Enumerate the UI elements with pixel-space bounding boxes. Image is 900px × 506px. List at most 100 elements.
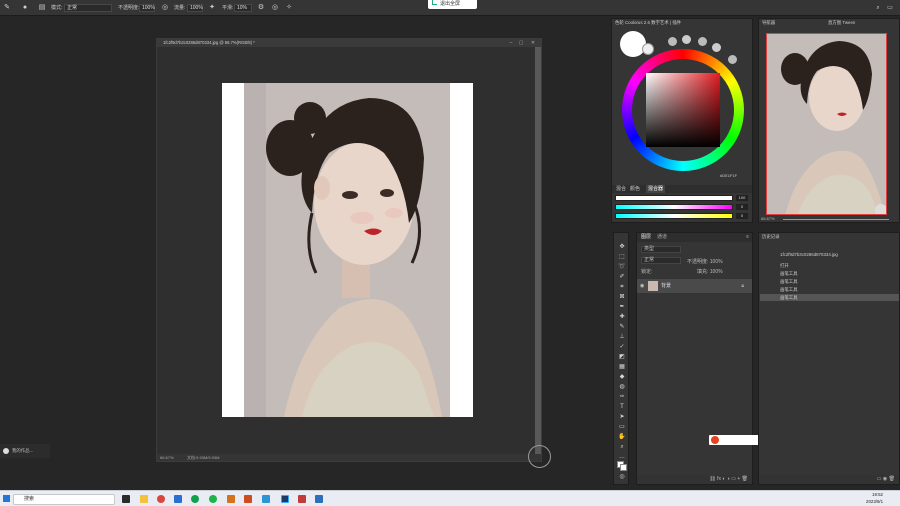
pressure-opacity-icon[interactable]: ◎: [160, 3, 170, 13]
symmetry-icon[interactable]: ✧: [284, 3, 294, 13]
healing-icon[interactable]: ✚: [618, 313, 626, 321]
layer-filter-select[interactable]: 类型: [641, 246, 681, 253]
zoom-tool-icon[interactable]: ⌕: [618, 443, 626, 451]
pen-icon[interactable]: ✑: [618, 393, 626, 401]
clock-time[interactable]: 19:52: [872, 492, 883, 497]
saturation-square[interactable]: [646, 73, 720, 147]
vertical-scrollbar[interactable]: [535, 47, 541, 455]
slider-r[interactable]: [615, 195, 733, 201]
more-tools-icon[interactable]: …: [618, 453, 626, 461]
app-icon[interactable]: [298, 495, 306, 503]
tab-layers[interactable]: 图层: [641, 233, 651, 242]
lasso-tool-icon[interactable]: ➰: [618, 263, 626, 271]
quick-select-icon[interactable]: ✐: [618, 273, 626, 281]
path-select-icon[interactable]: ➤: [618, 413, 626, 421]
navigator-tab2[interactable]: 直方图 Tween: [825, 19, 855, 27]
brush-settings-icon[interactable]: ▤: [37, 3, 47, 13]
eye-icon[interactable]: ◉: [640, 279, 644, 293]
flow-field[interactable]: 100%: [187, 4, 203, 12]
photoshop-icon[interactable]: [281, 495, 289, 503]
preset-dot-icon[interactable]: [728, 55, 737, 64]
type-tool-icon[interactable]: T: [618, 403, 626, 411]
tab-mix[interactable]: 混合: [616, 185, 626, 193]
stamp-icon[interactable]: ⊥: [618, 333, 626, 341]
smoothing-field[interactable]: 10%: [234, 4, 252, 12]
minimize-icon[interactable]: –: [507, 39, 515, 47]
search-icon[interactable]: ⌕: [874, 4, 882, 12]
tab-mixer[interactable]: 混合器: [646, 185, 666, 193]
preset-dot-icon[interactable]: [668, 37, 677, 46]
hand-tool-icon[interactable]: ✋: [618, 433, 626, 441]
shape-tool-icon[interactable]: ▭: [618, 423, 626, 431]
gradient-icon[interactable]: ▦: [618, 363, 626, 371]
close-icon[interactable]: ✕: [529, 39, 537, 47]
trash-icon[interactable]: 🗑︎: [889, 476, 895, 482]
background-color-chip[interactable]: [620, 464, 627, 471]
document-tab[interactable]: 1fc2f9d7b3c0286d870334.jpg @ 66.7%(RGB/8…: [157, 39, 541, 47]
wechat-icon[interactable]: [191, 495, 199, 503]
panel-menu-icon[interactable]: ≡: [746, 233, 749, 242]
eyedropper-icon[interactable]: ✒: [618, 303, 626, 311]
chrome-icon[interactable]: [157, 495, 165, 503]
airbrush-icon[interactable]: ✦: [207, 3, 217, 13]
tab-color[interactable]: 颜色: [630, 185, 640, 193]
history-brush-icon[interactable]: ✓: [618, 343, 626, 351]
history-item-active[interactable]: 画笔工具: [760, 294, 899, 301]
mode-select[interactable]: 正常: [64, 4, 112, 12]
app-icon[interactable]: [227, 495, 235, 503]
history-item[interactable]: 画笔工具: [760, 270, 899, 277]
taskbar-search[interactable]: 搜索: [13, 494, 115, 505]
navigator-zoom-slider[interactable]: [783, 219, 889, 220]
navigator-thumbnail[interactable]: [766, 33, 887, 215]
chat-icon[interactable]: [209, 495, 217, 503]
clock-date[interactable]: 2023/9/1: [866, 499, 883, 504]
gear-icon[interactable]: ⚙: [256, 3, 266, 13]
mail-icon[interactable]: [174, 495, 182, 503]
marquee-tool-icon[interactable]: ⬚: [618, 253, 626, 261]
navigator-zoom[interactable]: 66.67%: [761, 216, 775, 221]
brush-icon[interactable]: ✎: [618, 323, 626, 331]
blur-icon[interactable]: ◆: [618, 373, 626, 381]
foreground-swatch[interactable]: [620, 31, 646, 57]
pressure-size-icon[interactable]: ◎: [270, 3, 280, 13]
navigator-title[interactable]: 导航器: [759, 19, 775, 27]
frame-tool-icon[interactable]: ⊠: [618, 293, 626, 301]
tab-channels[interactable]: 通道: [657, 233, 667, 242]
history-item[interactable]: 画笔工具: [760, 278, 899, 285]
slider-r-value[interactable]: 100: [736, 195, 748, 201]
link-icon[interactable]: ⛓: [709, 476, 717, 482]
preset-dot-icon[interactable]: [712, 43, 721, 52]
preset-dot-icon[interactable]: [698, 37, 707, 46]
layer-opacity[interactable]: 不透明度: 100%: [687, 258, 723, 265]
background-swatch[interactable]: [642, 43, 654, 55]
floating-chip[interactable]: 我的作品...: [0, 444, 50, 458]
crop-tool-icon[interactable]: ⌗: [618, 283, 626, 291]
eraser-icon[interactable]: ◩: [618, 353, 626, 361]
quick-mask-icon[interactable]: ◎: [618, 473, 626, 481]
exit-fullscreen-notice[interactable]: 退出全屏: [428, 0, 477, 9]
zoom-readout[interactable]: 66.67%: [160, 454, 174, 461]
app-icon[interactable]: [315, 495, 323, 503]
history-item[interactable]: 打开: [760, 262, 899, 269]
slider-g[interactable]: [615, 204, 733, 210]
layer-row[interactable]: ◉ 背景 🔒︎: [637, 279, 752, 293]
brush-preset-icon[interactable]: ●: [20, 3, 30, 13]
hue-wheel[interactable]: [622, 49, 744, 171]
history-item[interactable]: 画笔工具: [760, 286, 899, 293]
file-explorer-icon[interactable]: [140, 495, 148, 503]
preset-dot-icon[interactable]: [682, 35, 691, 44]
dodge-icon[interactable]: ◍: [618, 383, 626, 391]
history-snapshot[interactable]: 1fc2f9d7b3c0286d870334.jpg: [760, 251, 899, 258]
app-icon[interactable]: [244, 495, 252, 503]
history-title[interactable]: 历史记录: [759, 233, 780, 241]
task-view-icon[interactable]: [122, 495, 130, 503]
slider-b-value[interactable]: 0: [736, 213, 748, 219]
trash-icon[interactable]: 🗑︎: [742, 476, 748, 482]
rotate-view-handle[interactable]: [528, 445, 551, 468]
app-icon[interactable]: [262, 495, 270, 503]
slider-g-value[interactable]: 0: [736, 204, 748, 210]
opacity-field[interactable]: 100%: [139, 4, 155, 12]
start-icon[interactable]: [3, 495, 10, 502]
restore-icon[interactable]: ▢: [517, 39, 525, 47]
brush-tool-icon[interactable]: ✎: [2, 3, 12, 13]
